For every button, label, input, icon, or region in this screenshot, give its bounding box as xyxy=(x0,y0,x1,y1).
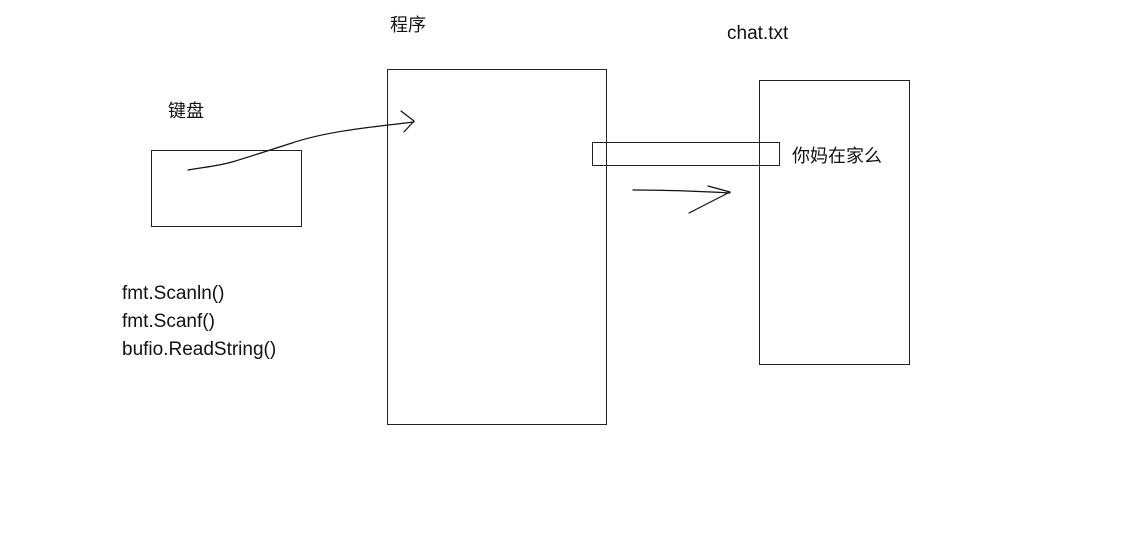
buffer-text: 你妈在家么 xyxy=(792,146,882,167)
program-to-file-arrow-line xyxy=(632,189,731,194)
diagram-canvas: 键盘 fmt.Scanln() fmt.Scanf() bufio.ReadSt… xyxy=(0,0,1140,550)
file-box xyxy=(759,80,910,365)
program-box xyxy=(387,69,607,425)
buffer-pipe xyxy=(592,142,780,166)
program-to-file-arrow-head xyxy=(688,185,731,214)
keyboard-box xyxy=(151,150,302,227)
read-method-readstring: bufio.ReadString() xyxy=(122,339,277,360)
file-label: chat.txt xyxy=(727,23,789,44)
read-method-scanln: fmt.Scanln() xyxy=(122,283,225,304)
read-method-scanf: fmt.Scanf() xyxy=(122,311,215,332)
program-label: 程序 xyxy=(390,15,426,36)
read-method-list: fmt.Scanln() fmt.Scanf() bufio.ReadStrin… xyxy=(122,280,276,364)
program-to-file-arrow xyxy=(632,185,731,214)
keyboard-label: 键盘 xyxy=(168,101,204,122)
